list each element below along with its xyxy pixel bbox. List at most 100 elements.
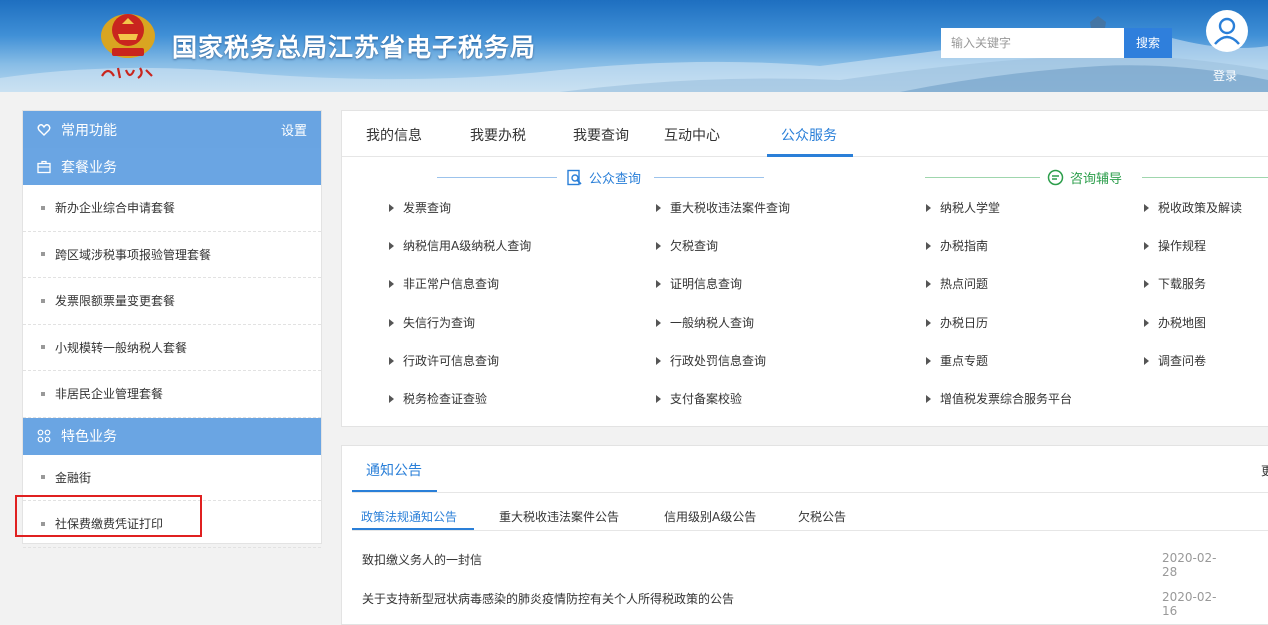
link-label: 行政许可信息查询 [403,354,500,368]
common-functions-header[interactable]: 常用功能 设置 [23,111,321,148]
bullet-icon [41,298,45,303]
common-functions-label: 常用功能 [61,122,117,139]
arrow-right-icon [1144,279,1149,288]
search-button[interactable]: 搜索 [1124,28,1172,58]
section-divider [437,177,557,178]
link-label: 证明信息查询 [670,277,743,291]
link-tax-map[interactable]: 办税地图 [1144,314,1206,331]
arrow-right-icon [1144,203,1149,212]
site-title: 国家税务总局江苏省电子税务局 [172,33,537,62]
settings-link[interactable]: 设置 [281,120,307,139]
tab-tax-handling[interactable]: 我要办税 [470,125,526,145]
link-tax-guide[interactable]: 办税指南 [926,237,988,254]
consult-chat-icon [1047,169,1064,186]
link-payment-verify[interactable]: 支付备案校验 [656,390,742,407]
link-violation-query[interactable]: 重大税收违法案件查询 [656,199,790,216]
tab-my-info[interactable]: 我的信息 [366,125,422,145]
login-link[interactable]: 登录 [1213,67,1237,84]
link-download-service[interactable]: 下载服务 [1144,275,1206,292]
link-label: 重点专题 [940,354,989,368]
link-procedures[interactable]: 操作规程 [1144,237,1206,254]
arrow-right-icon [926,203,931,212]
link-key-topics[interactable]: 重点专题 [926,352,988,369]
link-abnormal-query[interactable]: 非正常户信息查询 [389,275,499,292]
subtab-arrears-notice[interactable]: 欠税公告 [798,508,846,525]
subtab-violation-notice[interactable]: 重大税收违法案件公告 [499,508,619,525]
link-label: 失信行为查询 [403,316,476,330]
sidebar-item-invoice-limit-package[interactable]: 发票限额票量变更套餐 [23,278,321,325]
highlight-box [15,495,202,537]
user-avatar-icon[interactable] [1206,10,1248,52]
link-label: 操作规程 [1158,239,1207,253]
arrow-right-icon [656,241,661,250]
link-label: 办税指南 [940,239,989,253]
divider [352,530,1268,531]
link-credit-a-query[interactable]: 纳税信用A级纳税人查询 [389,237,531,254]
arrow-right-icon [926,241,931,250]
bullet-icon [41,205,45,210]
special-business-header[interactable]: 特色业务 [23,417,321,455]
link-label: 纳税信用A级纳税人查询 [403,239,532,253]
link-survey[interactable]: 调查问卷 [1144,352,1206,369]
link-taxpayer-school[interactable]: 纳税人学堂 [926,199,1000,216]
query-doc-icon [567,169,582,186]
main-tabs: 我的信息 我要办税 我要查询 互动中心 公众服务 [342,111,1268,157]
arrow-right-icon [656,356,661,365]
arrow-right-icon [926,394,931,403]
link-arrears-query[interactable]: 欠税查询 [656,237,718,254]
notice-row[interactable]: 关于支持新型冠状病毒感染的肺炎疫情防控有关个人所得税政策的公告 2020-02-… [362,590,1222,618]
link-label: 调查问卷 [1158,354,1207,368]
link-label: 重大税收违法案件查询 [670,201,791,215]
link-label: 行政处罚信息查询 [670,354,767,368]
link-inspection-verify[interactable]: 税务检查证查验 [389,390,487,407]
sidebar-item-label: 金融街 [55,470,92,485]
tab-interaction-center[interactable]: 互动中心 [664,125,720,145]
grid-icon [37,429,51,443]
sidebar-item-new-company-package[interactable]: 新办企业综合申请套餐 [23,185,321,232]
link-vat-invoice-platform[interactable]: 增值税发票综合服务平台 [926,390,1072,407]
link-license-query[interactable]: 行政许可信息查询 [389,352,499,369]
tab-public-service[interactable]: 公众服务 [781,125,837,145]
sidebar-item-label: 跨区域涉税事项报验管理套餐 [55,247,212,262]
link-invoice-query[interactable]: 发票查询 [389,199,451,216]
link-label: 热点问题 [940,277,989,291]
arrow-right-icon [1144,318,1149,327]
notice-title[interactable]: 通知公告 [366,460,422,480]
section-divider [1142,177,1268,178]
service-panel: 我的信息 我要办税 我要查询 互动中心 公众服务 公众查询 咨询辅导 发票查询 … [341,110,1268,427]
link-certificate-query[interactable]: 证明信息查询 [656,275,742,292]
link-label: 增值税发票综合服务平台 [940,392,1073,406]
notice-row[interactable]: 致扣缴义务人的一封信 2020-02-28 [362,551,1222,579]
link-tax-calendar[interactable]: 办税日历 [926,314,988,331]
package-business-header[interactable]: 套餐业务 [23,148,321,185]
arrow-right-icon [1144,356,1149,365]
divider [352,492,1268,493]
link-penalty-query[interactable]: 行政处罚信息查询 [656,352,766,369]
active-tab-indicator [767,154,853,157]
link-dishonest-query[interactable]: 失信行为查询 [389,314,475,331]
sidebar-item-cross-region-package[interactable]: 跨区域涉税事项报验管理套餐 [23,232,321,278]
arrow-right-icon [1144,241,1149,250]
link-label: 一般纳税人查询 [670,316,755,330]
sidebar-item-label: 非居民企业管理套餐 [55,387,164,402]
link-label: 发票查询 [403,201,452,215]
search-input[interactable] [941,28,1124,58]
arrow-right-icon [656,394,661,403]
subtab-credit-a-notice[interactable]: 信用级别A级公告 [664,508,756,525]
link-general-taxpayer-query[interactable]: 一般纳税人查询 [656,314,754,331]
arrow-right-icon [926,279,931,288]
bullet-icon [41,391,45,396]
tab-query[interactable]: 我要查询 [573,125,629,145]
subtab-policy-notice[interactable]: 政策法规通知公告 [361,508,457,525]
link-hot-issues[interactable]: 热点问题 [926,275,988,292]
arrow-right-icon [656,318,661,327]
sidebar-item-non-resident-package[interactable]: 非居民企业管理套餐 [23,371,321,418]
notice-row-date: 2020-02-28 [1162,551,1217,579]
arrow-right-icon [389,318,394,327]
link-label: 欠税查询 [670,239,719,253]
sidebar-item-small-scale-package[interactable]: 小规模转一般纳税人套餐 [23,325,321,371]
notice-more-link[interactable]: 更 [1261,462,1268,479]
section-divider [925,177,1040,178]
heart-icon [37,123,51,136]
link-policy-interpretation[interactable]: 税收政策及解读 [1144,199,1242,216]
